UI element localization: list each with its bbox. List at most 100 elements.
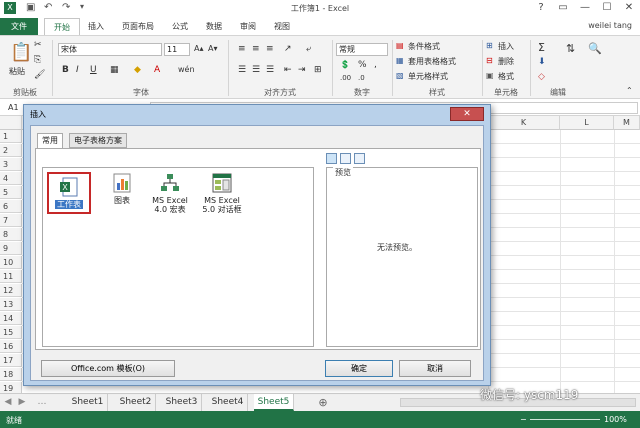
- accounting-format-icon[interactable]: 💲: [340, 60, 350, 69]
- office-templates-button[interactable]: Office.com 模板(O): [41, 360, 175, 377]
- details-view-icon[interactable]: [354, 153, 365, 164]
- wrap-text-icon[interactable]: ⤶: [306, 44, 311, 54]
- sort-filter-icon[interactable]: ⇅: [566, 42, 575, 55]
- maximize-button[interactable]: ☐: [596, 0, 618, 16]
- sheet-tab-3[interactable]: Sheet3: [162, 394, 202, 411]
- number-format-combo[interactable]: 常规: [336, 43, 388, 56]
- column-header-k[interactable]: K: [488, 116, 560, 130]
- format-as-table-button[interactable]: 套用表格格式: [408, 56, 456, 67]
- row-header[interactable]: 10: [0, 256, 22, 269]
- merge-center-icon[interactable]: ⊞: [314, 65, 322, 75]
- clear-icon[interactable]: ◇: [538, 72, 545, 82]
- zoom-level[interactable]: 100%: [604, 415, 627, 424]
- row-header[interactable]: 4: [0, 172, 22, 185]
- underline-icon[interactable]: U: [90, 65, 97, 75]
- tab-page-layout[interactable]: 页面布局: [114, 18, 162, 35]
- help-button[interactable]: ?: [530, 0, 552, 16]
- format-as-table-icon[interactable]: ▦: [396, 56, 404, 65]
- grow-font-icon[interactable]: A▴: [194, 44, 204, 53]
- user-name[interactable]: weilei tang: [588, 21, 632, 30]
- zoom-slider[interactable]: [530, 419, 600, 420]
- tab-file[interactable]: 文件: [0, 18, 38, 35]
- row-header[interactable]: 9: [0, 242, 22, 255]
- column-header-l[interactable]: L: [560, 116, 614, 130]
- paste-icon[interactable]: 📋: [10, 42, 32, 63]
- row-header[interactable]: 17: [0, 354, 22, 367]
- copy-icon[interactable]: ⎘: [34, 55, 41, 65]
- dialog-close-button[interactable]: ✕: [450, 107, 484, 121]
- row-header[interactable]: 13: [0, 298, 22, 311]
- find-select-icon[interactable]: 🔍: [588, 42, 602, 55]
- conditional-format-icon[interactable]: ▤: [396, 41, 404, 50]
- tab-scroll-right-icon[interactable]: ▶: [16, 394, 28, 411]
- name-box[interactable]: A1: [8, 103, 19, 112]
- row-header[interactable]: 16: [0, 340, 22, 353]
- shrink-font-icon[interactable]: A▾: [208, 44, 218, 53]
- percent-icon[interactable]: %: [358, 60, 367, 70]
- zoom-out-icon[interactable]: −: [520, 415, 527, 424]
- align-top-icon[interactable]: ≡: [238, 44, 246, 54]
- format-cells-icon[interactable]: ▣: [486, 71, 494, 80]
- bold-icon[interactable]: B: [62, 65, 69, 75]
- sheet-tab-4[interactable]: Sheet4: [208, 394, 248, 411]
- list-view-icon[interactable]: [340, 153, 351, 164]
- align-center-icon[interactable]: ☰: [252, 65, 260, 75]
- sheet-tab-5[interactable]: Sheet5: [254, 394, 294, 411]
- comma-style-icon[interactable]: ,: [374, 60, 377, 70]
- row-header[interactable]: 11: [0, 270, 22, 283]
- collapse-ribbon-icon[interactable]: ⌃: [626, 86, 633, 95]
- cut-icon[interactable]: ✂: [34, 40, 42, 50]
- orientation-icon[interactable]: ↗: [284, 44, 292, 54]
- select-all-corner[interactable]: [0, 116, 22, 130]
- delete-cells-icon[interactable]: ⊟: [486, 56, 493, 65]
- minimize-button[interactable]: —: [574, 0, 596, 16]
- format-painter-icon[interactable]: 🖌: [34, 70, 45, 80]
- tab-formulas[interactable]: 公式: [164, 18, 196, 35]
- row-header[interactable]: 18: [0, 368, 22, 381]
- fill-icon[interactable]: ⬇: [538, 57, 546, 67]
- row-header[interactable]: 3: [0, 158, 22, 171]
- row-header[interactable]: 8: [0, 228, 22, 241]
- template-list[interactable]: X 工作表 图表 MS Excel 4.0 宏表 MS Excel 5.0 对话…: [42, 167, 314, 347]
- row-header[interactable]: 5: [0, 186, 22, 199]
- row-header[interactable]: 2: [0, 144, 22, 157]
- insert-cells-icon[interactable]: ⊞: [486, 41, 493, 50]
- template-item-dialog-sheet[interactable]: MS Excel 5.0 对话框: [195, 172, 249, 214]
- template-item-worksheet[interactable]: X 工作表: [47, 172, 91, 214]
- delete-cells-button[interactable]: 删除: [498, 56, 514, 67]
- font-color-icon[interactable]: A: [154, 65, 160, 75]
- format-cells-button[interactable]: 格式: [498, 71, 514, 82]
- tab-insert[interactable]: 插入: [80, 18, 112, 35]
- sheet-tab-1[interactable]: Sheet1: [68, 394, 108, 411]
- increase-indent-icon[interactable]: ⇥: [298, 65, 306, 75]
- row-header[interactable]: 1: [0, 130, 22, 143]
- paste-label[interactable]: 粘贴: [9, 66, 25, 77]
- tab-view[interactable]: 视图: [266, 18, 298, 35]
- increase-decimal-icon[interactable]: .00: [340, 74, 351, 82]
- cell-styles-button[interactable]: 单元格样式: [408, 71, 448, 82]
- tab-general[interactable]: 常用: [37, 133, 63, 149]
- row-header[interactable]: 7: [0, 214, 22, 227]
- italic-icon[interactable]: I: [76, 65, 79, 75]
- row-header[interactable]: 14: [0, 312, 22, 325]
- tab-scroll-left-icon[interactable]: ◀: [2, 394, 14, 411]
- ok-button[interactable]: 确定: [325, 360, 393, 377]
- tab-home[interactable]: 开始: [44, 18, 80, 35]
- cancel-button[interactable]: 取消: [399, 360, 471, 377]
- insert-cells-button[interactable]: 插入: [498, 41, 514, 52]
- cell-styles-icon[interactable]: ▧: [396, 71, 404, 80]
- borders-icon[interactable]: ▦: [110, 65, 119, 75]
- autosum-icon[interactable]: Σ: [538, 41, 545, 54]
- tab-spreadsheet-solutions[interactable]: 电子表格方案: [69, 133, 127, 148]
- align-middle-icon[interactable]: ≡: [252, 44, 260, 54]
- decrease-indent-icon[interactable]: ⇤: [284, 65, 292, 75]
- row-header[interactable]: 15: [0, 326, 22, 339]
- conditional-format-button[interactable]: 条件格式: [408, 41, 440, 52]
- tab-data[interactable]: 数据: [198, 18, 230, 35]
- decrease-decimal-icon[interactable]: .0: [358, 74, 365, 82]
- column-header-m[interactable]: M: [614, 116, 640, 130]
- tab-review[interactable]: 审阅: [232, 18, 264, 35]
- row-header[interactable]: 6: [0, 200, 22, 213]
- close-button[interactable]: ✕: [618, 0, 640, 16]
- template-item-chart[interactable]: 图表: [99, 172, 145, 205]
